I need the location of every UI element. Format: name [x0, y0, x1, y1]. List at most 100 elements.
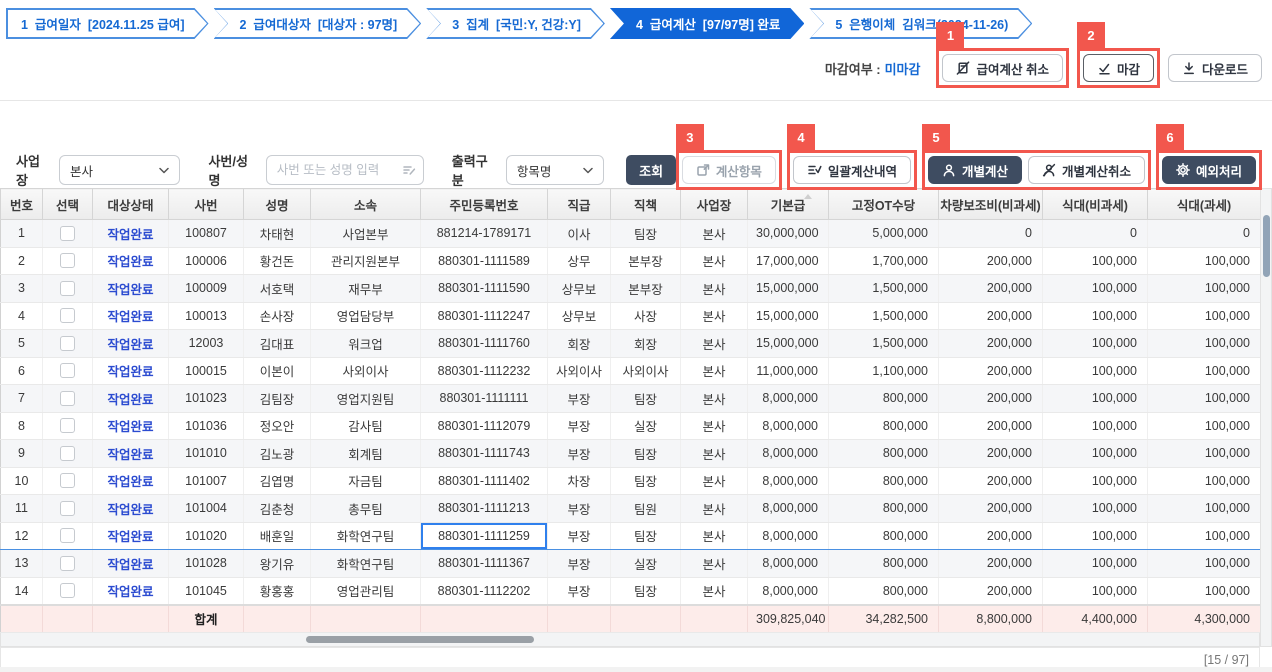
column-header-meal_nontax[interactable]: 식대(비과세) [1042, 188, 1148, 220]
table-row[interactable]: 3 작업완료 100009 서호택 재무부 880301-1111590 상무보 본부장 본사 1… [0, 274, 1261, 303]
cell-select [42, 412, 93, 440]
row-checkbox[interactable] [60, 583, 75, 599]
status-link[interactable]: 작업완료 [107, 338, 153, 352]
status-link[interactable]: 작업완료 [107, 558, 153, 572]
row-checkbox[interactable] [60, 473, 75, 489]
table-row[interactable]: 10 작업완료 101007 김엽명 자금팀 880301-1111402 차장 팀장 본사 8,… [0, 467, 1261, 495]
row-checkbox[interactable] [60, 418, 75, 434]
download-button[interactable]: 다운로드 [1167, 54, 1262, 82]
row-checkbox[interactable] [60, 445, 75, 461]
table-row[interactable]: 11 작업완료 101004 김춘청 총무팀 880301-1111213 부장 팀원 본사 8,… [0, 494, 1261, 523]
output-type-label: 출력구분 [451, 154, 488, 188]
column-header-meal_tax[interactable]: 식대(과세) [1147, 188, 1261, 220]
row-checkbox[interactable] [60, 555, 75, 571]
column-header-emp_no[interactable]: 사번 [168, 188, 244, 220]
column-header-ot[interactable]: 고정OT수당 [828, 188, 939, 220]
step-4[interactable]: 4 급여계산 [97/97명] 완료 [610, 8, 804, 39]
table-row[interactable]: 8 작업완료 101036 정오안 감사팀 880301-1112079 부장 실장 본사 8,0… [0, 412, 1261, 440]
status-link[interactable]: 작업완료 [107, 475, 153, 489]
status-link[interactable]: 작업완료 [107, 503, 153, 517]
column-header-base[interactable]: 기본급 [747, 188, 829, 220]
vertical-scrollbar[interactable] [1260, 188, 1272, 647]
batch-calc-history-button[interactable]: 일괄계산내역 [792, 156, 911, 184]
calc-items-button[interactable]: 계산항목 [681, 156, 776, 184]
status-link[interactable]: 작업완료 [107, 530, 153, 544]
column-header-name[interactable]: 성명 [243, 188, 311, 220]
cell-ot: 800,000 [828, 521, 939, 550]
output-type-select[interactable]: 항목명 [505, 155, 605, 185]
cell-site: 본사 [680, 549, 748, 578]
column-header-title[interactable]: 직책 [610, 188, 681, 220]
table-row[interactable]: 13 작업완료 101028 왕기유 화학연구팀 880301-1111367 부장 실장 본사… [0, 549, 1261, 578]
column-header-select[interactable]: 선택 [42, 188, 93, 220]
sort-ascending-icon[interactable] [804, 194, 812, 199]
cell-emp_no: 101010 [168, 439, 244, 468]
status-link[interactable]: 작업완료 [107, 393, 153, 407]
table-row[interactable]: 7 작업완료 101023 김팀장 영업지원팀 880301-1111111 부장 팀장 본사 8… [0, 384, 1261, 413]
row-checkbox[interactable] [60, 280, 75, 296]
site-select[interactable]: 본사 [59, 155, 181, 185]
table-row[interactable]: 14 작업완료 101045 황홍홍 영업관리팀 880301-1112202 부장 팀장 본사… [0, 577, 1261, 605]
step-1[interactable]: 1 급여일자 [2024.11.25 급여] [6, 8, 209, 39]
finalize-button[interactable]: 마감 [1082, 54, 1154, 82]
table-row[interactable]: 12 작업완료 101020 배훈일 화학연구팀 880301-1111259 부장 팀장 본사… [0, 521, 1261, 550]
step-3[interactable]: 3 집계 [국민:Y, 건강:Y] [426, 8, 605, 39]
cell-meal_tax: 100,000 [1147, 494, 1261, 523]
total-cell-dept [310, 603, 421, 633]
table-row[interactable]: 2 작업완료 100006 황건돈 관리지원본부 880301-1111589 상무 본부장 본… [0, 247, 1261, 275]
cell-select [42, 521, 93, 550]
cell-name: 배훈일 [243, 521, 311, 550]
cell-meal_tax: 100,000 [1147, 357, 1261, 385]
column-header-car[interactable]: 차량보조비(비과세) [938, 188, 1043, 220]
table-header-row: 번호 선택 대상상태 사번 성명 소속 주민등록번호 직급 직책 사업장 기본급 고정OT수당 차량보조… [0, 188, 1261, 220]
status-link[interactable]: 작업완료 [107, 448, 153, 462]
step-2[interactable]: 2 급여대상자 [대상자 : 97명] [214, 8, 422, 39]
row-checkbox[interactable] [60, 225, 75, 241]
closing-status-label: 마감여부 : [824, 61, 881, 77]
status-link[interactable]: 작업완료 [107, 310, 153, 324]
row-checkbox[interactable] [60, 253, 75, 269]
column-header-dept[interactable]: 소속 [310, 188, 421, 220]
search-button[interactable]: 조회 [626, 155, 676, 185]
individual-calc-cancel-button[interactable]: 개별계산취소 [1027, 156, 1145, 184]
exception-handling-button[interactable]: 예외처리 [1161, 156, 1256, 184]
row-checkbox[interactable] [60, 335, 75, 351]
row-checkbox[interactable] [60, 363, 75, 379]
row-checkbox[interactable] [60, 390, 75, 406]
cancel-salary-calc-button[interactable]: 급여계산 취소 [942, 54, 1063, 82]
status-link[interactable]: 작업완료 [107, 365, 153, 379]
cell-emp_no: 100013 [168, 302, 244, 330]
annotation-box-6: 6 예외처리 [1155, 124, 1262, 190]
row-checkbox[interactable] [60, 500, 75, 516]
column-header-status[interactable]: 대상상태 [92, 188, 169, 220]
horizontal-scrollbar-thumb[interactable] [306, 636, 534, 643]
step-5[interactable]: 5 은행이체 김워크(2024-11-26) [809, 8, 1032, 39]
table-row[interactable]: 6 작업완료 100015 이본이 사외이사 880301-1112232 사외이사 사외이사… [0, 357, 1261, 385]
row-checkbox[interactable] [60, 308, 75, 324]
table-row[interactable]: 4 작업완료 100013 손사장 영업담당부 880301-1112247 상무보 사장 본사… [0, 302, 1261, 330]
individual-calc-button[interactable]: 개별계산 [927, 156, 1022, 184]
step-label: 1 급여일자 [2024.11.25 급여] [21, 18, 185, 32]
row-checkbox[interactable] [60, 528, 75, 544]
horizontal-scrollbar[interactable] [0, 633, 1260, 647]
total-cell-select [42, 603, 93, 633]
status-link[interactable]: 작업완료 [107, 228, 153, 242]
column-header-reg_no[interactable]: 주민등록번호 [420, 188, 548, 220]
table-row[interactable]: 5 작업완료 12003 김대표 워크업 880301-1111760 회장 회장 본사 15,0… [0, 329, 1261, 358]
column-header-site[interactable]: 사업장 [680, 188, 748, 220]
vertical-scrollbar-thumb[interactable] [1263, 215, 1270, 277]
status-link[interactable]: 작업완료 [107, 585, 153, 599]
status-link[interactable]: 작업완료 [107, 420, 153, 434]
column-header-grade[interactable]: 직급 [547, 188, 611, 220]
column-header-no[interactable]: 번호 [0, 188, 43, 220]
total-cell-reg_no [420, 603, 548, 633]
cell-grade: 부장 [547, 412, 611, 440]
table-row[interactable]: 9 작업완료 101010 김노광 회계팀 880301-1111743 부장 팀장 본사 8,0… [0, 439, 1261, 468]
status-link[interactable]: 작업완료 [107, 283, 153, 297]
external-link-icon [697, 164, 710, 176]
table-row[interactable]: 1 작업완료 100807 차태현 사업본부 881214-1789171 이사 팀장 본사 30… [0, 219, 1261, 248]
employee-search-input[interactable] [265, 155, 424, 185]
status-link[interactable]: 작업완료 [107, 255, 153, 269]
cell-base: 8,000,000 [747, 384, 829, 413]
cell-name: 황건돈 [243, 247, 311, 275]
